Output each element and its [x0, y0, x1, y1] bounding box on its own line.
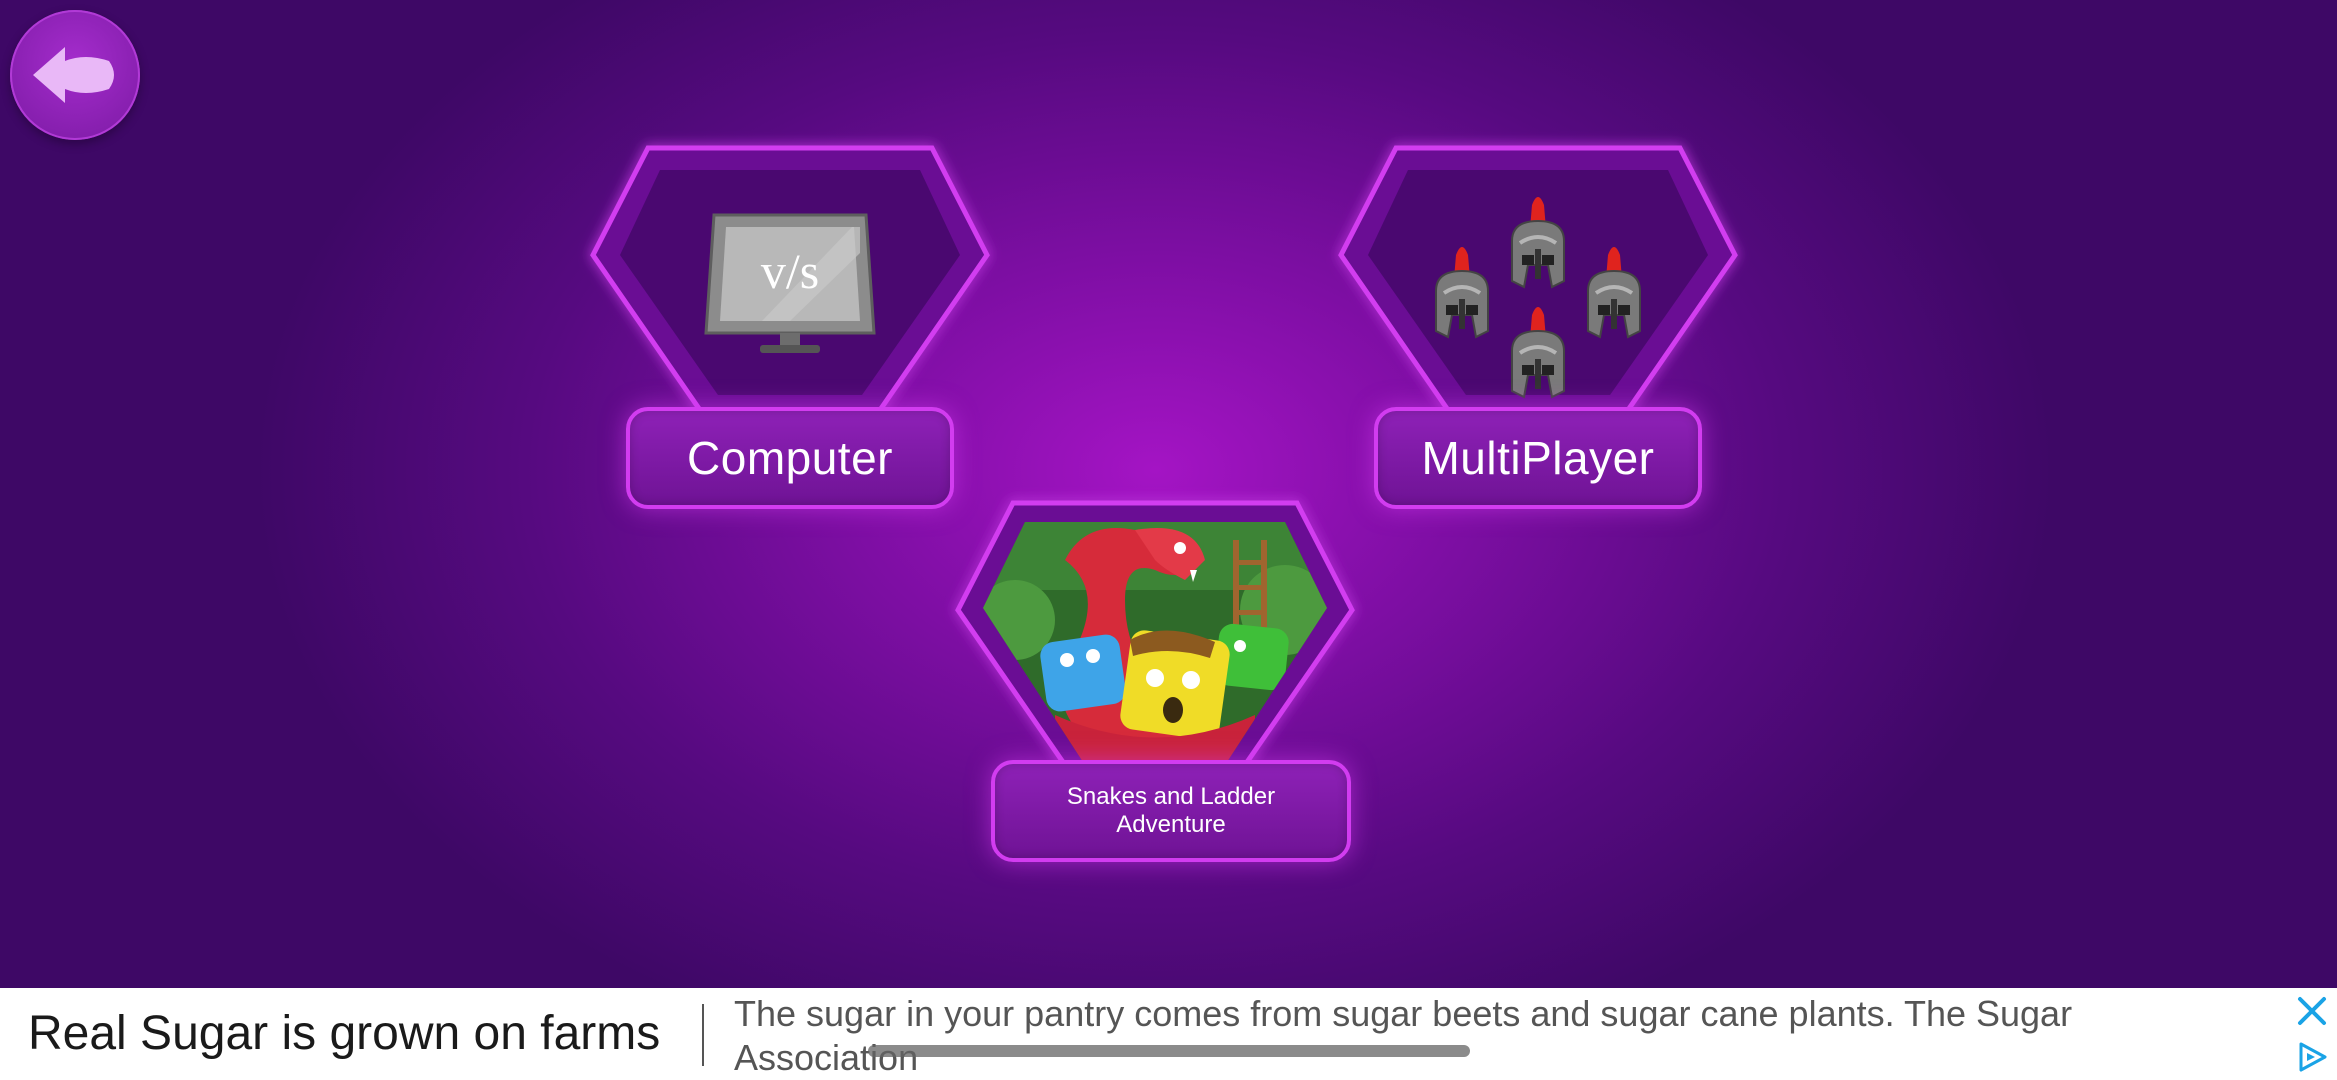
multiplayer-mode-card[interactable]: MultiPlayer	[1338, 145, 1738, 510]
adchoices-icon[interactable]	[2295, 1040, 2329, 1074]
snakes-and-ladder-card[interactable]: Snakes and Ladder Adventure	[955, 500, 1355, 862]
back-arrow-icon	[33, 47, 114, 103]
snakes-and-ladder-label: Snakes and Ladder Adventure	[991, 760, 1351, 862]
ad-banner[interactable]: Real Sugar is grown on farms The sugar i…	[0, 988, 2337, 1080]
close-icon[interactable]	[2295, 994, 2329, 1028]
home-indicator[interactable]	[868, 1045, 1470, 1057]
vs-monitor-icon: v/s	[704, 213, 876, 353]
spartan-helmets-icon	[1434, 195, 1642, 399]
back-button[interactable]	[10, 10, 140, 140]
computer-mode-card[interactable]: v/s Computer	[590, 145, 990, 510]
svg-text:v/s: v/s	[761, 243, 819, 299]
computer-label: Computer	[626, 407, 954, 509]
ad-headline[interactable]: Real Sugar is grown on farms	[28, 1006, 660, 1061]
ad-body-text[interactable]: The sugar in your pantry comes from suga…	[734, 992, 2234, 1080]
snakes-hexagon-frame	[955, 500, 1355, 768]
ad-divider	[702, 1004, 704, 1066]
multiplayer-label: MultiPlayer	[1374, 407, 1702, 509]
ad-controls	[2287, 988, 2337, 1080]
